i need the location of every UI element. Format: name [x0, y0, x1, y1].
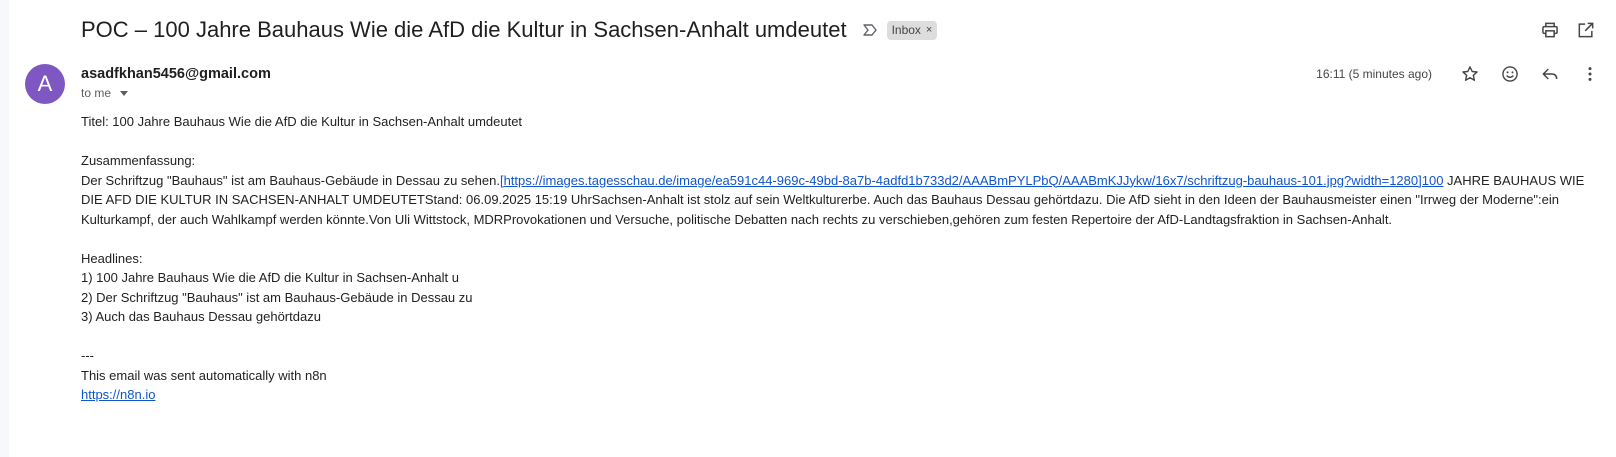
chevron-down-icon[interactable]: [120, 91, 129, 96]
important-marker-icon[interactable]: [861, 21, 879, 39]
image-link[interactable]: [https://images.tagesschau.de/image/ea59…: [500, 173, 1443, 188]
signature-separator: ---: [81, 348, 94, 363]
sender-email[interactable]: asadfkhan5456@gmail.com: [81, 66, 271, 82]
thread-actions: [1538, 18, 1598, 42]
summary-heading: Zusammenfassung:: [81, 153, 196, 168]
emoji-reaction-icon[interactable]: [1496, 62, 1524, 86]
summary-paragraph: Der Schriftzug "Bauhaus" ist am Bauhaus-…: [81, 171, 1591, 230]
headline-item: 3) Auch das Bauhaus Dessau gehörtdazu: [81, 309, 321, 324]
star-icon[interactable]: [1456, 62, 1484, 86]
sender-avatar[interactable]: A: [25, 64, 65, 104]
footer-text: This email was sent automatically with n…: [81, 367, 327, 383]
body-title-line: Titel: 100 Jahre Bauhaus Wie die AfD die…: [81, 114, 523, 129]
print-icon[interactable]: [1538, 18, 1562, 42]
left-rail: [0, 0, 9, 457]
open-in-new-window-icon[interactable]: [1574, 18, 1598, 42]
inbox-label-chip[interactable]: Inbox ×: [886, 20, 938, 40]
message-meta: 16:11 (5 minutes ago): [1316, 62, 1604, 86]
recipient-line[interactable]: to me: [81, 86, 129, 100]
reply-icon[interactable]: [1536, 62, 1564, 86]
message-timestamp: 16:11 (5 minutes ago): [1316, 67, 1432, 81]
n8n-link[interactable]: https://n8n.io: [81, 387, 155, 402]
subject-row: POC – 100 Jahre Bauhaus Wie die AfD die …: [81, 14, 938, 46]
email-body: Titel: 100 Jahre Bauhaus Wie die AfD die…: [81, 112, 1591, 405]
inbox-label-text: Inbox: [891, 23, 921, 37]
headlines-heading: Headlines:: [81, 250, 143, 266]
headline-item: 1) 100 Jahre Bauhaus Wie die AfD die Kul…: [81, 270, 459, 285]
summary-intro: Der Schriftzug "Bauhaus" ist am Bauhaus-…: [81, 172, 500, 188]
email-subject: POC – 100 Jahre Bauhaus Wie die AfD die …: [81, 17, 847, 42]
recipient-text: to me: [81, 86, 112, 100]
more-vertical-icon[interactable]: [1576, 62, 1604, 86]
remove-label-button[interactable]: ×: [926, 24, 932, 36]
headline-item: 2) Der Schriftzug "Bauhaus" ist am Bauha…: [81, 289, 473, 305]
